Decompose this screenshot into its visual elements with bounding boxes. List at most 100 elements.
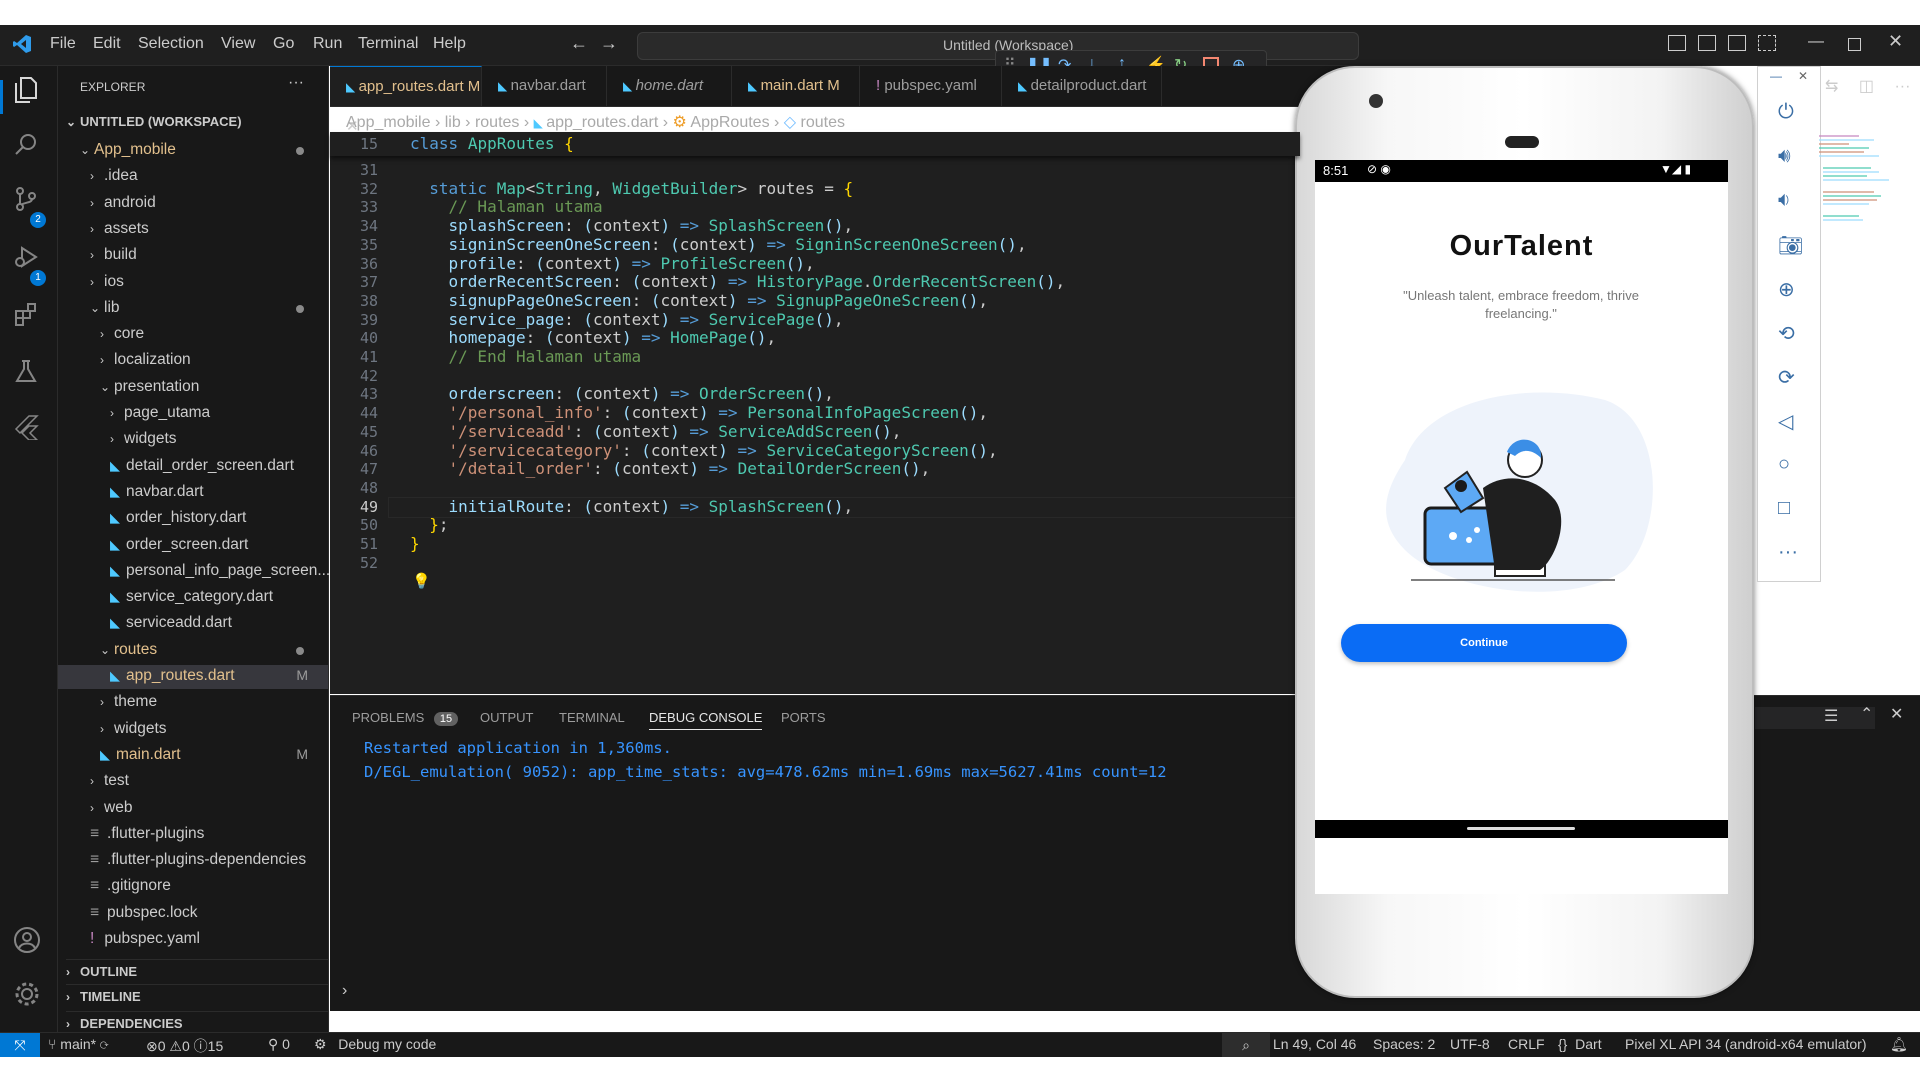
- testing-icon[interactable]: [13, 358, 39, 391]
- lightbulb-icon[interactable]: 💡: [412, 572, 431, 590]
- tree-folder[interactable]: › web: [58, 797, 328, 821]
- indentation[interactable]: Spaces: 2: [1373, 1036, 1435, 1052]
- tab-navbar-dart[interactable]: ◣ navbar.dart: [482, 66, 607, 106]
- layout-sidebar-icon[interactable]: [1668, 35, 1686, 51]
- tree-folder[interactable]: ⌄ App_mobile: [58, 139, 328, 163]
- branch-status[interactable]: ⑂ main* ⟳: [48, 1036, 108, 1052]
- tree-folder[interactable]: ⌄ lib: [58, 297, 328, 321]
- tree-file[interactable]: ◣ service_category.dart: [58, 586, 328, 610]
- tree-folder[interactable]: › assets: [58, 218, 328, 242]
- zoom-icon[interactable]: ⊕: [1778, 277, 1795, 302]
- customize-layout-icon[interactable]: [1758, 35, 1776, 51]
- tree-folder[interactable]: › core: [58, 323, 328, 347]
- volume-up-icon[interactable]: 🔊︎: [1778, 145, 1791, 168]
- dependencies-section[interactable]: › DEPENDENCIES: [66, 1011, 328, 1031]
- layout-panel-icon[interactable]: [1698, 35, 1716, 51]
- zoom-status-icon[interactable]: ⌕: [1222, 1033, 1270, 1057]
- tree-file[interactable]: ◣ personal_info_page_screen....: [58, 560, 335, 584]
- tree-file[interactable]: ◣ detail_order_screen.dart: [58, 455, 328, 479]
- files-icon[interactable]: [13, 76, 39, 111]
- tree-folder[interactable]: › widgets: [58, 718, 328, 742]
- tree-file[interactable]: ≡ .flutter-plugins-dependencies: [58, 849, 328, 873]
- tree-file[interactable]: ◣ serviceadd.dart: [58, 612, 328, 636]
- tree-file[interactable]: ◣ main.dart M: [58, 744, 328, 768]
- menu-go[interactable]: Go: [273, 35, 294, 53]
- rotate-left-icon[interactable]: ⟲: [1778, 321, 1795, 346]
- code-editor[interactable]: 15 class AppRoutes { 31 32 static Map<Str…: [330, 132, 1302, 694]
- menu-file[interactable]: File: [50, 35, 76, 53]
- maximize-panel-icon[interactable]: ⌃: [1860, 704, 1873, 724]
- breadcrumb-item[interactable]: AppRoutes: [690, 114, 769, 131]
- tree-folder[interactable]: › build: [58, 244, 328, 268]
- power-icon[interactable]: ⏻: [1778, 101, 1794, 124]
- breadcrumb-item[interactable]: lib: [445, 114, 461, 131]
- tree-folder[interactable]: › page_utama: [58, 402, 328, 426]
- close-panel-icon[interactable]: ✕: [1890, 704, 1903, 724]
- tree-folder[interactable]: › .idea: [58, 165, 328, 189]
- rotate-right-icon[interactable]: ⟳: [1778, 365, 1795, 390]
- outline-section[interactable]: › OUTLINE: [66, 959, 328, 979]
- tree-folder[interactable]: ⌄ routes: [58, 639, 328, 663]
- tree-file[interactable]: ◣ order_history.dart: [58, 507, 328, 531]
- tree-file[interactable]: ≡ pubspec.lock: [58, 902, 328, 926]
- timeline-section[interactable]: › TIMELINE: [66, 984, 328, 1004]
- workspace-header[interactable]: ⌄ UNTITLED (WORKSPACE): [66, 114, 242, 129]
- back-arrow-icon[interactable]: ←: [570, 33, 588, 54]
- editor-more-icon[interactable]: ···: [1894, 78, 1910, 95]
- tree-folder[interactable]: › test: [58, 770, 328, 794]
- cursor-position[interactable]: Ln 49, Col 46: [1273, 1036, 1356, 1052]
- ports-status[interactable]: ⚲ 0: [268, 1036, 290, 1053]
- device-selector[interactable]: Pixel XL API 34 (android-x64 emulator): [1625, 1036, 1867, 1052]
- menu-edit[interactable]: Edit: [93, 35, 121, 53]
- menu-selection[interactable]: Selection: [138, 35, 204, 53]
- tab-terminal[interactable]: TERMINAL: [559, 710, 625, 725]
- tree-folder[interactable]: › android: [58, 192, 328, 216]
- breadcrumb-item[interactable]: routes: [801, 114, 845, 131]
- tab-app_routes-dart[interactable]: ◣ app_routes.dart M ✕: [330, 66, 482, 135]
- console-prompt-icon[interactable]: ›: [342, 982, 347, 1000]
- tree-folder[interactable]: › localization: [58, 349, 328, 373]
- minimap[interactable]: [1819, 132, 1909, 242]
- home-handle[interactable]: [1467, 827, 1575, 830]
- minimize-icon[interactable]: —: [1808, 33, 1824, 51]
- tree-file[interactable]: ◣ navbar.dart: [58, 481, 328, 505]
- menu-terminal[interactable]: Terminal: [358, 35, 418, 53]
- back-icon[interactable]: ◁: [1778, 409, 1793, 434]
- line-ending[interactable]: CRLF: [1508, 1036, 1545, 1052]
- tab-problems[interactable]: PROBLEMS 15: [352, 710, 459, 726]
- tab-detailproduct-dart[interactable]: ◣ detailproduct.dart: [1002, 66, 1162, 106]
- menu-view[interactable]: View: [221, 35, 255, 53]
- overview-icon[interactable]: □: [1778, 497, 1790, 520]
- tree-file[interactable]: ≡ .flutter-plugins: [58, 823, 328, 847]
- flutter-icon[interactable]: [13, 414, 39, 447]
- debug-status[interactable]: ⚙ Debug my code: [314, 1036, 436, 1053]
- minimize-emulator-icon[interactable]: —: [1770, 69, 1782, 83]
- breadcrumb-item[interactable]: routes: [475, 114, 519, 131]
- breadcrumb-item[interactable]: app_routes.dart: [546, 114, 658, 131]
- tab-main-dart[interactable]: ◣ main.dart M: [732, 66, 860, 106]
- close-icon[interactable]: ✕: [1888, 31, 1903, 52]
- clear-console-icon[interactable]: ☰: [1824, 706, 1838, 726]
- menu-run[interactable]: Run: [313, 35, 342, 53]
- tree-folder[interactable]: › widgets: [58, 428, 328, 452]
- volume-down-icon[interactable]: 🔉︎: [1778, 189, 1791, 212]
- filter-input[interactable]: [1755, 707, 1875, 729]
- breadcrumb-item[interactable]: App_mobile: [346, 114, 431, 131]
- language-mode[interactable]: {} Dart: [1558, 1036, 1602, 1052]
- accounts-icon[interactable]: [13, 926, 41, 961]
- forward-arrow-icon[interactable]: →: [600, 33, 618, 54]
- tab-output[interactable]: OUTPUT: [480, 710, 533, 725]
- tab-home-dart[interactable]: ◣ home.dart: [607, 66, 732, 106]
- tree-file[interactable]: ◣ app_routes.dart M: [58, 665, 328, 689]
- problems-status[interactable]: ⊗0 ⚠0 ⓘ15: [146, 1036, 223, 1056]
- tab-ports[interactable]: PORTS: [781, 710, 826, 725]
- explorer-icon[interactable]: [0, 80, 3, 114]
- home-icon[interactable]: ○: [1778, 453, 1790, 476]
- camera-icon[interactable]: 📷︎: [1778, 233, 1803, 258]
- tree-folder[interactable]: › theme: [58, 691, 328, 715]
- extensions-icon[interactable]: [13, 302, 39, 335]
- tree-file[interactable]: ◣ order_screen.dart: [58, 534, 328, 558]
- close-emulator-icon[interactable]: ✕: [1798, 69, 1808, 83]
- tree-file[interactable]: ≡ .gitignore: [58, 875, 328, 899]
- explorer-more-icon[interactable]: ···: [288, 74, 304, 92]
